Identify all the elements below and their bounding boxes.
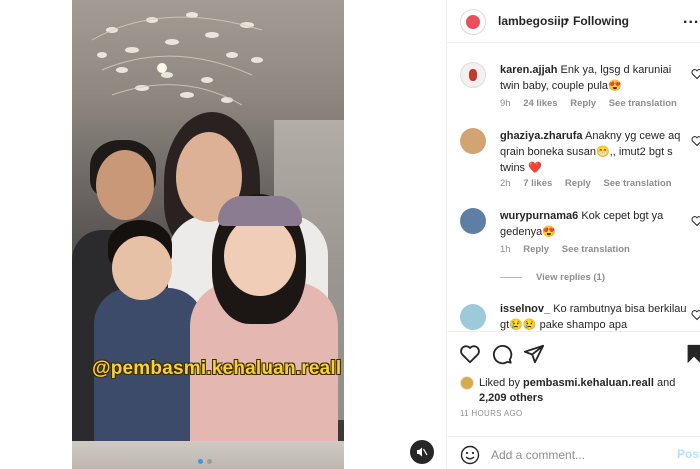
- heart-icon[interactable]: [691, 309, 700, 321]
- carousel-dot-active[interactable]: [198, 459, 203, 464]
- author-avatar[interactable]: [460, 9, 486, 35]
- more-icon[interactable]: ...: [683, 10, 699, 28]
- person-figure: [112, 236, 172, 300]
- mute-icon: [417, 447, 428, 457]
- heart-icon[interactable]: [459, 343, 481, 365]
- post-actions: Liked by pembasmi.kehaluan.reall and 2,2…: [447, 331, 700, 441]
- commenter-username[interactable]: karen.ajjah: [500, 64, 557, 76]
- header-separator: •: [565, 13, 570, 27]
- likes-conjunction: and: [656, 377, 676, 389]
- add-comment-bar: Post: [447, 436, 700, 469]
- comments-list: karen.ajjah Enk ya, lgsg d karuniai twin…: [447, 44, 700, 331]
- mute-button[interactable]: [410, 440, 434, 464]
- chandelier-decor: [91, 12, 263, 106]
- comment-meta: 1h Reply See translation: [500, 244, 640, 255]
- liker-username[interactable]: pembasmi.kehaluan.reall: [523, 377, 654, 389]
- comment-meta: 9h 24 likes Reply See translation: [500, 98, 687, 109]
- post-comment-button[interactable]: Post: [677, 447, 700, 461]
- comment-text: ghaziya.zharufa Anakny yg cewe aq qrain …: [500, 128, 688, 176]
- reply-button[interactable]: Reply: [570, 98, 596, 109]
- post-side-panel: lambegosiip • Following ... karen.ajjah …: [446, 0, 700, 469]
- comment-icon[interactable]: [491, 343, 513, 365]
- carousel-dot[interactable]: [207, 459, 212, 464]
- comment-likes[interactable]: 24 likes: [523, 98, 557, 109]
- comment-time: 2h: [500, 178, 511, 189]
- instagram-post-view: @pembasmi.kehaluan.reall lambegosiip • F…: [0, 0, 700, 469]
- following-button[interactable]: Following: [573, 14, 629, 28]
- reply-button[interactable]: Reply: [523, 244, 549, 255]
- comment-time: 1h: [500, 244, 511, 255]
- comment-likes[interactable]: 7 likes: [523, 178, 552, 189]
- person-figure: [218, 196, 302, 226]
- likes-text: Liked by pembasmi.kehaluan.reall and 2,2…: [479, 376, 700, 406]
- bookmark-icon[interactable]: [683, 343, 700, 365]
- person-figure: [224, 216, 296, 296]
- share-icon[interactable]: [523, 343, 545, 365]
- commenter-avatar[interactable]: [460, 128, 486, 154]
- post-video[interactable]: @pembasmi.kehaluan.reall: [72, 0, 344, 441]
- commenter-avatar[interactable]: [460, 62, 486, 88]
- likes-prefix: Liked by: [479, 377, 520, 389]
- liker-avatar[interactable]: [460, 376, 474, 390]
- video-watermark: @pembasmi.kehaluan.reall: [92, 358, 342, 379]
- author-username[interactable]: lambegosiip: [498, 14, 568, 28]
- person-figure: [96, 150, 154, 220]
- view-replies-button[interactable]: View replies (1): [500, 272, 605, 283]
- post-header: lambegosiip • Following ...: [447, 0, 700, 43]
- comment-time: 9h: [500, 98, 511, 109]
- see-translation-button[interactable]: See translation: [603, 178, 671, 189]
- commenter-username[interactable]: ghaziya.zharufa: [500, 130, 583, 142]
- heart-icon[interactable]: [691, 68, 700, 80]
- heart-icon[interactable]: [691, 215, 700, 227]
- reply-button[interactable]: Reply: [565, 178, 591, 189]
- commenter-avatar[interactable]: [460, 208, 486, 234]
- comment-text: karen.ajjah Enk ya, lgsg d karuniai twin…: [500, 62, 688, 94]
- comment-text: wurypurnama6 Kok cepet bgt ya gedenya😍: [500, 208, 688, 240]
- video-bottom-strip: [72, 441, 344, 469]
- post-timestamp[interactable]: 11 HOURS AGO: [460, 409, 523, 418]
- commenter-username[interactable]: wurypurnama6: [500, 210, 578, 222]
- see-translation-button[interactable]: See translation: [562, 244, 630, 255]
- commenter-username[interactable]: isselnov_: [500, 303, 550, 315]
- likes-others-count[interactable]: 2,209 others: [479, 392, 543, 404]
- view-replies-label: View replies (1): [536, 272, 605, 283]
- commenter-avatar[interactable]: [460, 304, 486, 330]
- heart-icon[interactable]: [691, 135, 700, 147]
- comment-input[interactable]: [491, 446, 671, 464]
- comment-text: isselnov_ Ko rambutnya bisa berkilau gt😢…: [500, 301, 688, 331]
- see-translation-button[interactable]: See translation: [609, 98, 677, 109]
- carousel-dots: [198, 459, 212, 464]
- comment-meta: 2h 7 likes Reply See translation: [500, 178, 682, 189]
- emoji-icon[interactable]: [460, 445, 480, 465]
